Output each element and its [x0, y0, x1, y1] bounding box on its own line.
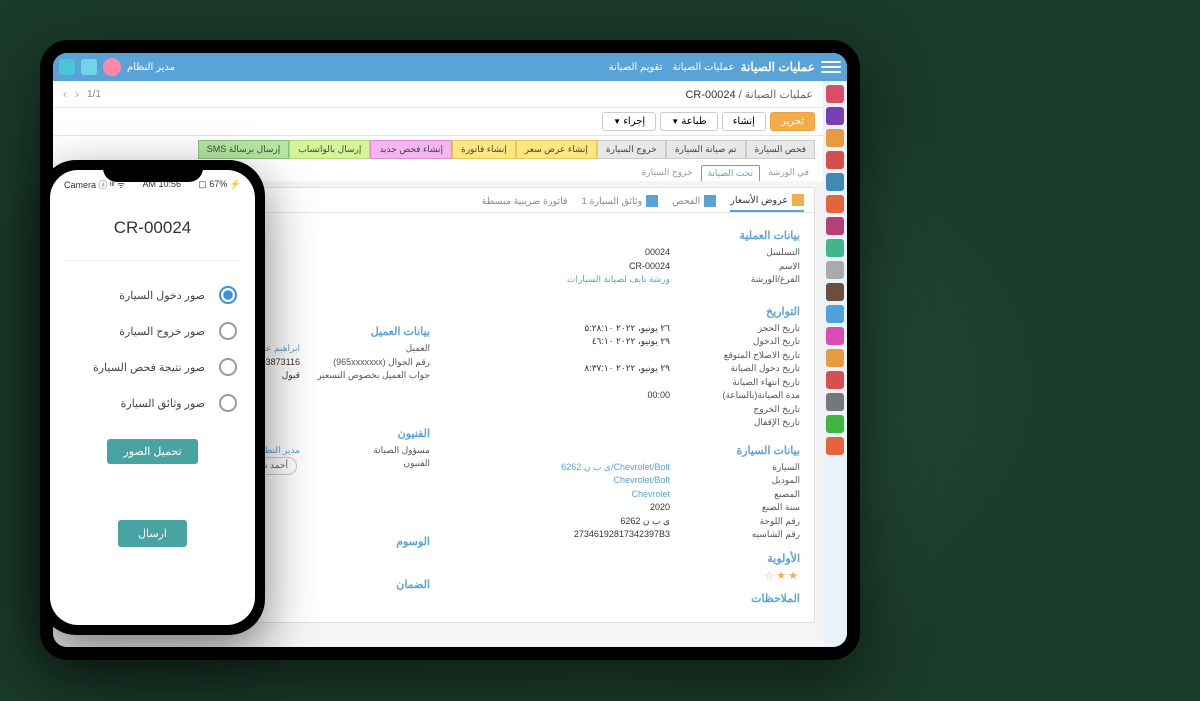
radio-icon[interactable]: [219, 394, 237, 412]
status-chips: فحص السيارة تم صيانة السيارة خروج السيار…: [53, 136, 823, 163]
chip-quote[interactable]: إنشاء عرض سعر: [516, 140, 597, 159]
prev-icon[interactable]: ‹: [63, 87, 67, 101]
side-icon[interactable]: [826, 129, 844, 147]
edit-button[interactable]: تحرير: [770, 112, 815, 131]
hamburger-icon[interactable]: [821, 61, 841, 73]
side-icon[interactable]: [826, 261, 844, 279]
chat-icon[interactable]: [81, 59, 97, 75]
breadcrumb-parent[interactable]: عمليات الصيانة: [745, 89, 813, 101]
phone-frame: ⚡ 67% ▢ 10:56 AM Camera ⓘ ᴵᴵᴵ ᯤ CR-00024…: [40, 160, 265, 635]
tab-inspect[interactable]: الفحص: [672, 194, 716, 212]
side-icon[interactable]: [826, 151, 844, 169]
side-icon[interactable]: [826, 85, 844, 103]
side-icon[interactable]: [826, 107, 844, 125]
section-priority-title: الأولوية: [446, 552, 800, 565]
side-icon[interactable]: [826, 349, 844, 367]
section-operation-title: بيانات العملية: [446, 229, 800, 242]
radio-icon[interactable]: [219, 322, 237, 340]
app-title: عمليات الصيانة: [741, 60, 815, 74]
side-icon[interactable]: [826, 305, 844, 323]
side-icon[interactable]: [826, 217, 844, 235]
radio-icon[interactable]: [219, 286, 237, 304]
status-right: ⚡ 67% ▢: [198, 179, 241, 190]
section-notes-title: الملاحظات: [446, 592, 800, 605]
side-icon[interactable]: [826, 415, 844, 433]
side-icon[interactable]: [826, 195, 844, 213]
tab-tax-invoice[interactable]: فاتورة ضريبية مبسطة: [482, 194, 568, 212]
action-button[interactable]: إجراء: [602, 112, 656, 131]
chip-whatsapp[interactable]: إرسال بالواتساب: [289, 140, 370, 159]
radio-exit-photos[interactable]: صور خروج السيارة: [64, 313, 241, 349]
phase-workshop[interactable]: في الورشة: [762, 165, 815, 181]
avatar[interactable]: [103, 58, 121, 76]
topbar: عمليات الصيانة عمليات الصيانة تقويم الصي…: [53, 53, 847, 81]
breadcrumb: عمليات الصيانة / CR-00024: [685, 88, 813, 101]
radio-icon[interactable]: [219, 358, 237, 376]
radio-inspect-photos[interactable]: صور نتيجة فحص السيارة: [64, 349, 241, 385]
side-icon[interactable]: [826, 327, 844, 345]
breadcrumb-current: CR-00024: [685, 89, 735, 101]
user-name: مدير النظام: [127, 62, 175, 73]
pager: 1/1: [87, 89, 101, 100]
priority-stars[interactable]: ★★☆: [446, 569, 800, 582]
phone-screen: ⚡ 67% ▢ 10:56 AM Camera ⓘ ᴵᴵᴵ ᯤ CR-00024…: [50, 170, 255, 625]
side-icon[interactable]: [826, 173, 844, 191]
tab-docs[interactable]: وثائق السيارة 1: [582, 194, 659, 212]
send-button[interactable]: ارسال: [118, 520, 187, 547]
upload-button[interactable]: تحميل الصور: [107, 439, 197, 464]
chip-invoice[interactable]: إنشاء فاتورة: [452, 140, 516, 159]
notch: [103, 160, 203, 182]
side-icon[interactable]: [826, 393, 844, 411]
nav-calendar[interactable]: تقويم الصيانة: [609, 62, 663, 73]
radio-list: صور دخول السيارة صور خروج السيارة صور نت…: [64, 261, 241, 421]
side-icon[interactable]: [826, 437, 844, 455]
next-icon[interactable]: ›: [75, 87, 79, 101]
chip-new-inspect[interactable]: إنشاء فحص جديد: [370, 140, 452, 159]
phase-maintenance[interactable]: تحت الصيانة: [701, 165, 761, 181]
side-icon[interactable]: [826, 283, 844, 301]
check-icon: [704, 195, 716, 207]
chip-inspect[interactable]: فحص السيارة: [746, 140, 815, 159]
side-icon[interactable]: [826, 371, 844, 389]
print-button[interactable]: طباعة: [660, 112, 718, 131]
radio-entry-photos[interactable]: صور دخول السيارة: [64, 277, 241, 313]
section-dates-title: التواريخ: [446, 305, 800, 318]
create-button[interactable]: إنشاء: [722, 112, 766, 131]
chip-out[interactable]: خروج السيارة: [597, 140, 666, 159]
phase-out[interactable]: خروج السيارة: [636, 165, 699, 181]
cloud-icon[interactable]: [59, 59, 75, 75]
radio-docs-photos[interactable]: صور وثائق السيارة: [64, 385, 241, 421]
sidebar: [823, 81, 847, 647]
doc-icon: [646, 195, 658, 207]
nav-operations[interactable]: عمليات الصيانة: [673, 62, 735, 73]
section-vehicle-title: بيانات السيارة: [446, 444, 800, 457]
side-icon[interactable]: [826, 239, 844, 257]
chip-repaired[interactable]: تم صيانة السيارة: [666, 140, 746, 159]
phone-title: CR-00024: [64, 204, 241, 261]
chip-sms[interactable]: إرسال برسالة SMS: [198, 140, 290, 159]
tab-quotes[interactable]: عروض الأسعار: [730, 194, 804, 212]
money-icon: [792, 194, 804, 206]
